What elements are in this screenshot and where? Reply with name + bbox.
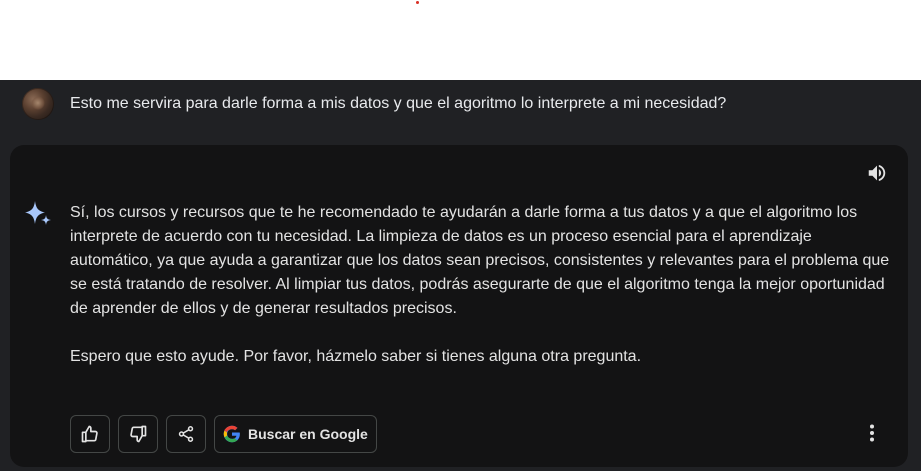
- thumbs-down-button[interactable]: [118, 415, 158, 453]
- user-message-row: Esto me servira para darle forma a mis d…: [0, 80, 921, 136]
- volume-icon[interactable]: [866, 162, 888, 184]
- more-options-button[interactable]: [862, 421, 882, 445]
- avatar[interactable]: [22, 88, 54, 120]
- browser-top-area: [0, 0, 921, 80]
- response-text: Sí, los cursos y recursos que te he reco…: [70, 201, 890, 393]
- response-paragraph: Espero que esto ayude. Por favor, házmel…: [70, 348, 642, 365]
- red-dot: [416, 1, 419, 4]
- response-paragraph: Sí, los cursos y recursos que te he reco…: [70, 204, 890, 317]
- thumbs-down-icon: [130, 425, 147, 443]
- chat-window: Esto me servira para darle forma a mis d…: [0, 80, 921, 471]
- search-google-label: Buscar en Google: [248, 426, 368, 442]
- share-button[interactable]: [166, 415, 206, 453]
- search-google-button[interactable]: Buscar en Google: [214, 415, 377, 453]
- response-card: Sí, los cursos y recursos que te he reco…: [10, 145, 908, 467]
- more-vert-icon: [870, 424, 874, 442]
- thumbs-up-button[interactable]: [70, 415, 110, 453]
- share-icon: [178, 426, 194, 442]
- user-message-text: Esto me servira para darle forma a mis d…: [70, 95, 727, 112]
- sparkle-icon: [24, 200, 52, 228]
- google-logo-icon: [223, 425, 240, 443]
- thumbs-up-icon: [81, 425, 98, 443]
